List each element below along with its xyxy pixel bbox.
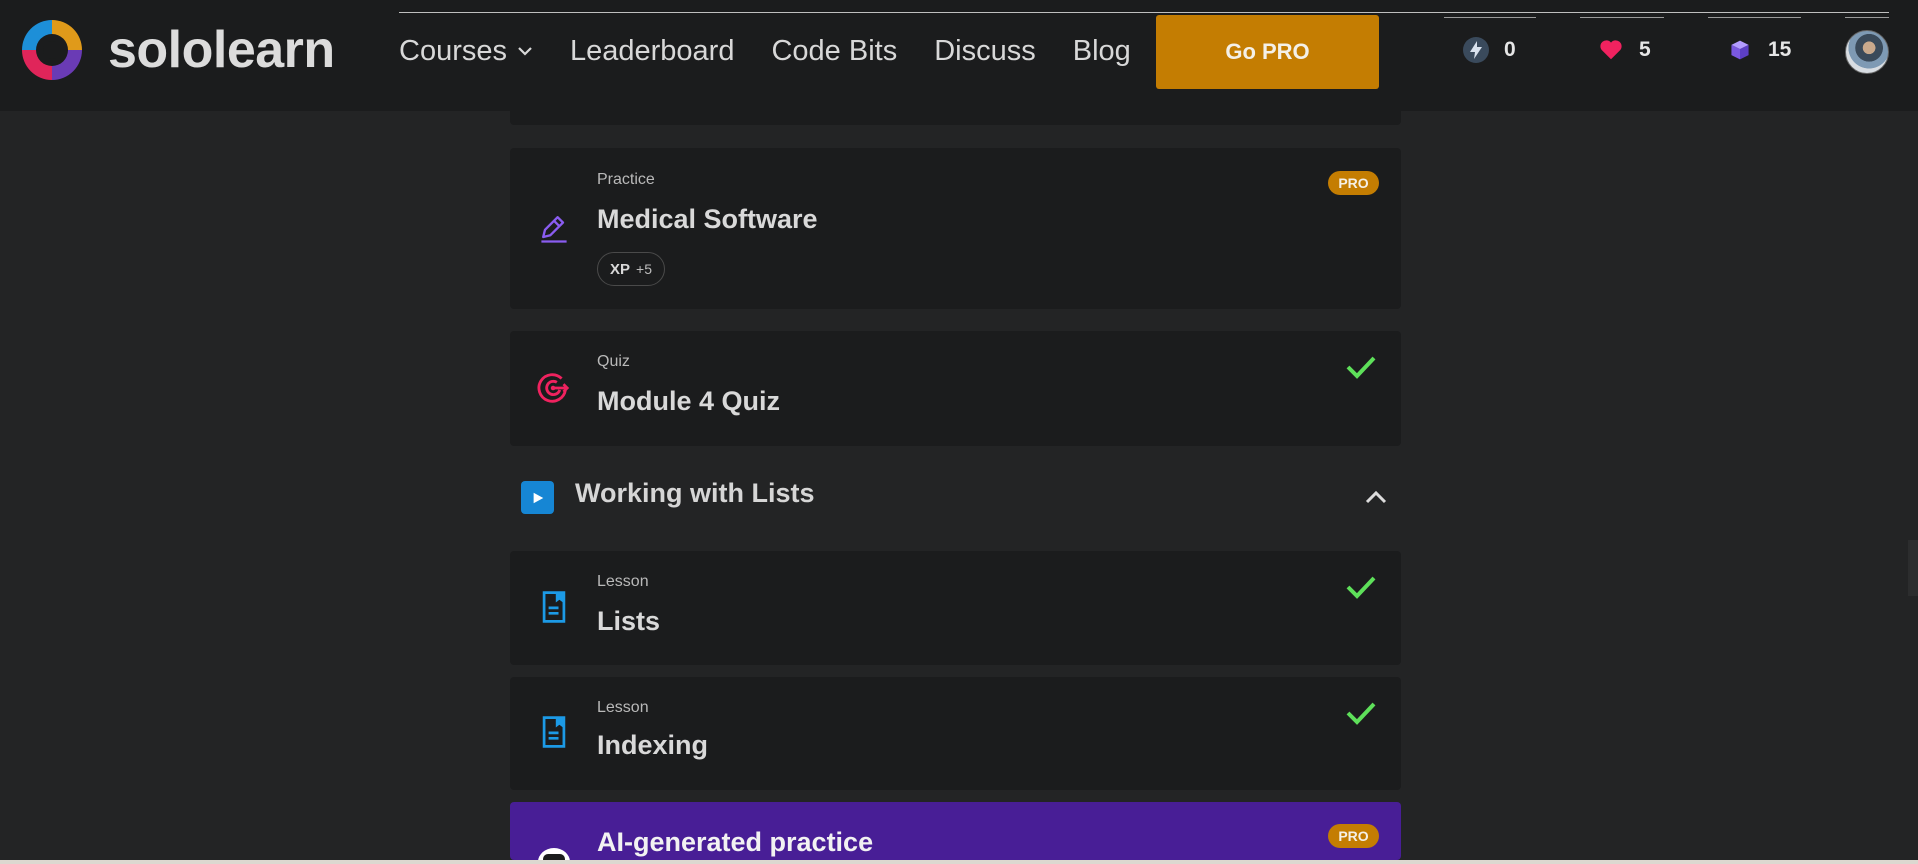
- item-title: Medical Software: [597, 204, 818, 234]
- xp-value: +5: [636, 261, 652, 277]
- streak-counter[interactable]: 0: [1462, 36, 1516, 64]
- nav-blog[interactable]: Blog: [1073, 32, 1131, 70]
- xp-reward-chip: XP +5: [597, 252, 665, 286]
- bits-cube-icon: [1726, 36, 1754, 64]
- lesson-card-module-4-quiz[interactable]: Quiz Module 4 Quiz: [510, 331, 1401, 446]
- logo-wordmark: sololearn: [108, 21, 335, 79]
- stat-divider: [1845, 17, 1889, 18]
- item-title: Module 4 Quiz: [597, 386, 781, 416]
- lesson-card-indexing[interactable]: Lesson Indexing: [510, 677, 1401, 790]
- window-bottom-edge: [0, 860, 1918, 864]
- item-type-label: Lesson: [597, 699, 649, 716]
- ai-practice-card[interactable]: AI-generated practice PRO: [510, 802, 1401, 860]
- main-nav: Courses Leaderboard Code Bits Discuss Bl…: [399, 32, 1168, 70]
- target-icon: [534, 368, 574, 408]
- item-title: AI-generated practice: [597, 827, 874, 857]
- lesson-card-medical-software[interactable]: Practice Medical Software XP +5 PRO: [510, 148, 1401, 309]
- play-icon: [521, 481, 554, 514]
- lightning-icon: [1462, 36, 1490, 64]
- nav-leaderboard[interactable]: Leaderboard: [570, 32, 734, 70]
- nav-courses[interactable]: Courses: [399, 32, 533, 70]
- completed-check-icon: [1346, 356, 1376, 379]
- chevron-up-icon[interactable]: [1363, 485, 1389, 511]
- pencil-edit-icon: [534, 208, 574, 248]
- nav-courses-label: Courses: [399, 35, 507, 67]
- pro-badge: PRO: [1328, 171, 1379, 195]
- chevron-down-icon: [518, 47, 532, 56]
- hearts-value: 5: [1639, 38, 1651, 61]
- user-avatar[interactable]: [1845, 30, 1889, 74]
- stat-divider: [1708, 17, 1801, 18]
- sololearn-logo-icon: [22, 20, 82, 80]
- top-navigation-bar: sololearn Courses Leaderboard Code Bits …: [0, 0, 1918, 111]
- bits-counter[interactable]: 15: [1726, 36, 1791, 64]
- lesson-document-icon: [534, 587, 574, 627]
- pro-badge: PRO: [1328, 824, 1379, 848]
- item-title: Indexing: [597, 730, 709, 760]
- section-title: Working with Lists: [575, 478, 815, 508]
- item-type-label: Lesson: [597, 573, 649, 590]
- header-divider: [399, 12, 1889, 13]
- scrollbar-thumb[interactable]: [1908, 540, 1918, 596]
- stat-divider: [1580, 17, 1664, 18]
- completed-check-icon: [1346, 702, 1376, 725]
- hearts-counter[interactable]: 5: [1597, 36, 1651, 64]
- bits-value: 15: [1768, 38, 1792, 61]
- ai-robot-icon: [534, 840, 574, 860]
- item-type-label: Practice: [597, 171, 655, 188]
- lesson-card-lists[interactable]: Lesson Lists: [510, 551, 1401, 665]
- item-title: Lists: [597, 606, 661, 636]
- nav-discuss[interactable]: Discuss: [934, 32, 1036, 70]
- streak-value: 0: [1504, 38, 1516, 61]
- sololearn-logo[interactable]: sololearn: [18, 16, 335, 84]
- heart-icon: [1597, 36, 1625, 64]
- go-pro-button[interactable]: Go PRO: [1156, 15, 1379, 89]
- section-header-working-with-lists[interactable]: Working with Lists: [510, 473, 1401, 521]
- stat-divider: [1444, 17, 1536, 18]
- item-type-label: Quiz: [597, 353, 630, 370]
- nav-code-bits[interactable]: Code Bits: [771, 32, 897, 70]
- xp-label: XP: [610, 260, 631, 278]
- lesson-document-icon: [534, 712, 574, 752]
- completed-check-icon: [1346, 576, 1376, 599]
